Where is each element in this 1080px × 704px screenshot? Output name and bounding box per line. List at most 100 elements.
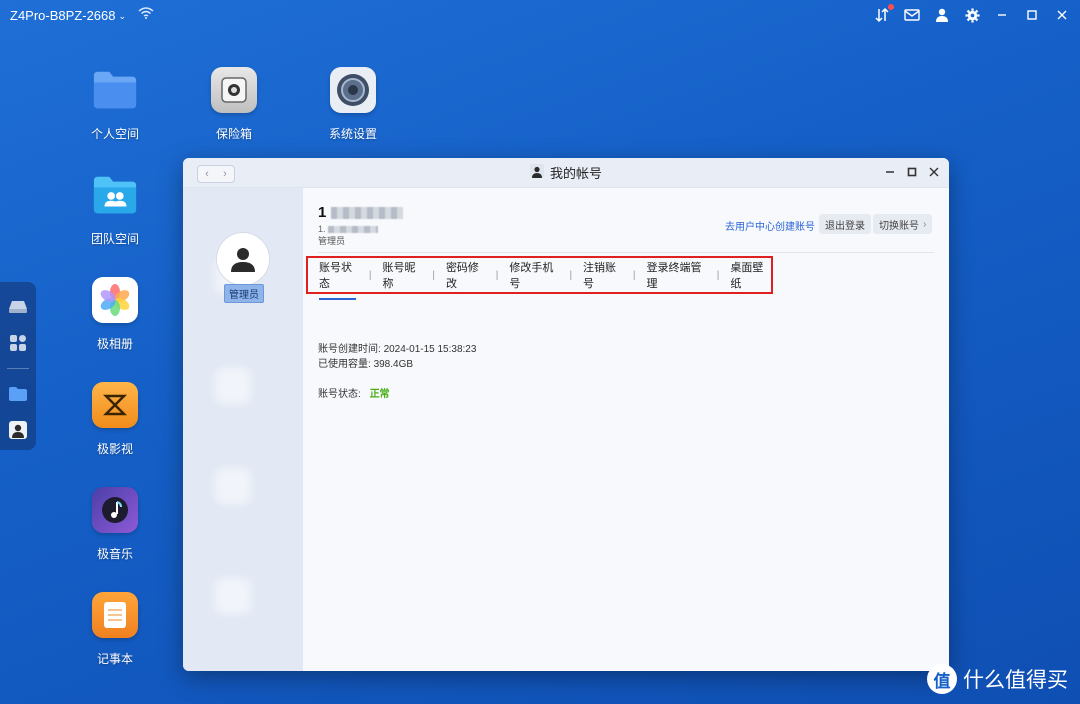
- tab-separator: |: [432, 269, 435, 281]
- tab-password[interactable]: 密码修改 |: [446, 259, 509, 291]
- logout-label: 退出登录: [825, 220, 865, 232]
- watermark: 值 什么值得买: [927, 664, 1068, 694]
- tab-login-devices[interactable]: 登录终端管理 |: [647, 259, 731, 291]
- desktop-app-safe[interactable]: 保险箱: [189, 67, 279, 142]
- user-id: 1.: [318, 224, 379, 234]
- user-icon[interactable]: [934, 7, 950, 23]
- minimize-icon[interactable]: [994, 7, 1010, 23]
- photos-icon: [92, 277, 138, 323]
- used-capacity-value: 398.4GB: [373, 359, 414, 370]
- tab-wallpaper[interactable]: 桌面壁纸: [730, 259, 771, 291]
- maximize-icon[interactable]: [907, 166, 917, 180]
- used-capacity-label: 已使用容量:: [318, 359, 371, 370]
- team-folder-icon: [92, 172, 138, 218]
- wifi-icon[interactable]: [138, 6, 154, 24]
- watermark-text: 什么值得买: [963, 669, 1068, 692]
- safe-icon: [211, 67, 257, 113]
- app-label: 极相册: [96, 337, 133, 351]
- tab-label: 注销账号: [583, 262, 617, 290]
- redacted-blur: [328, 226, 379, 234]
- chevron-down-icon: ⌄: [118, 10, 127, 21]
- create-account-link[interactable]: 去用户中心创建账号: [725, 218, 815, 233]
- created-time-value: 2024-01-15 15:38:23: [383, 344, 477, 355]
- watermark-logo: 值: [927, 664, 957, 694]
- app-label: 团队空间: [90, 232, 139, 246]
- window-title-text: 我的帐号: [549, 166, 602, 181]
- tab-separator: |: [495, 269, 499, 281]
- created-time-label: 账号创建时间:: [318, 344, 381, 355]
- blurred-background: [215, 368, 251, 404]
- apps-grid-icon[interactable]: [7, 332, 29, 354]
- settings-icon: [330, 67, 376, 113]
- logout-button[interactable]: 退出登录: [819, 214, 871, 234]
- active-tab-indicator: [319, 298, 356, 300]
- drive-icon[interactable]: [7, 296, 29, 318]
- minimize-icon[interactable]: [885, 166, 895, 180]
- tab-label: 密码修改: [445, 262, 479, 290]
- tab-phone[interactable]: 修改手机号 |: [509, 259, 583, 291]
- account-avatar-icon[interactable]: [7, 419, 29, 441]
- desktop-app-music[interactable]: 极音乐: [70, 487, 160, 562]
- tab-separator: |: [368, 269, 372, 281]
- dock-divider: [7, 368, 29, 369]
- role-badge: 管理员: [224, 284, 264, 303]
- video-icon: [92, 382, 138, 428]
- switch-account-label: 切换账号: [879, 220, 919, 232]
- tab-label: 修改手机号: [509, 262, 554, 290]
- desktop-app-team-space[interactable]: 团队空间: [70, 172, 160, 247]
- user-avatar[interactable]: [216, 232, 270, 286]
- app-label: 极影视: [96, 442, 133, 456]
- chevron-right-icon: ›: [923, 218, 927, 230]
- tab-label: 账号昵称: [382, 262, 416, 290]
- created-time-row: 账号创建时间: 2024-01-15 15:38:23: [318, 340, 476, 355]
- switch-account-button[interactable]: 切换账号 ›: [873, 214, 933, 234]
- tab-deactivate[interactable]: 注销账号 |: [583, 259, 646, 291]
- desktop-app-photos[interactable]: 极相册: [70, 277, 160, 352]
- app-label: 保险箱: [215, 127, 252, 141]
- message-icon[interactable]: [904, 7, 920, 23]
- redacted-blur: [330, 207, 403, 220]
- divider: [318, 252, 934, 253]
- transfer-icon[interactable]: [874, 4, 894, 23]
- desktop-app-system-settings[interactable]: 系统设置: [308, 67, 398, 142]
- user-role: 管理员: [318, 236, 346, 246]
- blurred-background: [215, 468, 251, 504]
- app-label: 系统设置: [328, 127, 377, 141]
- desktop-app-personal-space[interactable]: 个人空间: [70, 67, 160, 142]
- tab-account-status[interactable]: 账号状态 |: [319, 259, 382, 300]
- window-main: 1 1. 管理员 去用户中心创建账号 退出登录 切换账号 › 账号状态 | 账号…: [303, 188, 949, 671]
- account-status-label: 账号状态:: [318, 389, 361, 400]
- window-sidebar: 管理员: [183, 188, 303, 671]
- device-selector[interactable]: Z4Pro-B8PZ-2668 ⌄: [10, 8, 126, 23]
- desktop-app-video[interactable]: 极影视: [70, 382, 160, 457]
- used-capacity-row: 已使用容量: 398.4GB: [318, 355, 413, 370]
- left-dock: [0, 282, 36, 450]
- folder-icon[interactable]: [7, 383, 29, 405]
- tab-label: 桌面壁纸: [730, 262, 764, 290]
- blurred-background: [215, 578, 251, 614]
- folder-icon: [92, 67, 138, 113]
- window-controls: [885, 158, 939, 188]
- my-account-window: ‹ › 我的帐号 管理员 1 1. 管理员 去用户中心创建账号 退出登录 切换账…: [183, 158, 949, 671]
- desktop-app-notes[interactable]: 记事本: [70, 592, 160, 667]
- window-title: 我的帐号: [183, 163, 949, 182]
- app-label: 个人空间: [90, 127, 139, 141]
- tab-separator: |: [569, 269, 573, 281]
- tab-nickname[interactable]: 账号昵称 |: [382, 259, 445, 291]
- settings-icon[interactable]: [964, 7, 980, 23]
- tab-label: 登录终端管理: [646, 262, 702, 290]
- username-visible: 1: [318, 204, 327, 221]
- window-titlebar: ‹ › 我的帐号: [183, 158, 949, 188]
- notes-icon: [92, 592, 138, 638]
- notification-dot: [888, 4, 894, 10]
- app-label: 极音乐: [96, 547, 133, 561]
- close-icon[interactable]: [1054, 7, 1070, 23]
- tab-separator: |: [716, 269, 720, 281]
- app-label: 记事本: [96, 652, 133, 666]
- user-id-visible: 1.: [318, 224, 326, 234]
- top-bar: Z4Pro-B8PZ-2668 ⌄: [0, 0, 1080, 30]
- account-status-row: 账号状态: 正常: [318, 385, 390, 400]
- maximize-icon[interactable]: [1024, 7, 1040, 23]
- close-icon[interactable]: [929, 166, 939, 180]
- username: 1: [318, 204, 403, 221]
